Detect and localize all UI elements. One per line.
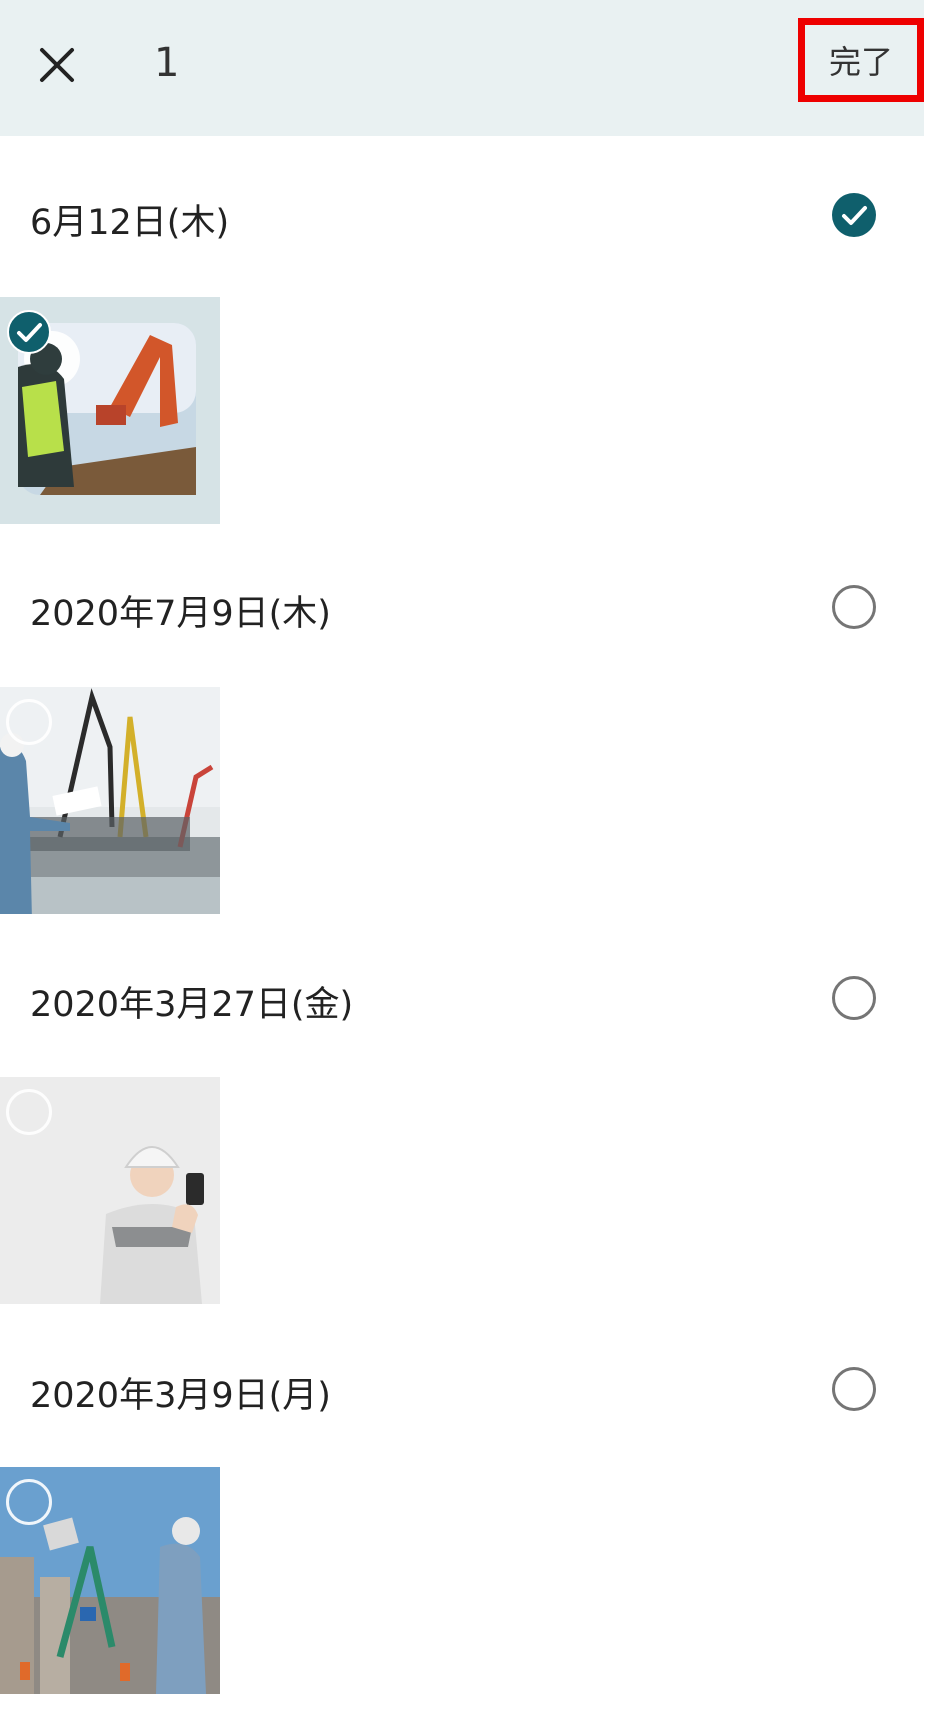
group-select-radio[interactable]	[832, 585, 876, 629]
close-icon	[40, 48, 74, 82]
date-header: 2020年3月9日(月)	[30, 1376, 331, 1416]
group-select-checked[interactable]	[832, 193, 876, 237]
date-header: 2020年7月9日(木)	[30, 594, 331, 634]
date-header: 2020年3月27日(金)	[30, 985, 354, 1025]
check-circle-icon	[7, 310, 51, 354]
photo-thumbnail[interactable]	[0, 687, 220, 914]
photo-thumbnail[interactable]	[0, 297, 220, 524]
photo-select-radio[interactable]	[6, 699, 52, 745]
selected-count: 1	[154, 40, 180, 86]
close-button[interactable]	[30, 38, 84, 92]
date-header: 6月12日(木)	[30, 203, 230, 243]
done-button-label: 完了	[828, 43, 893, 81]
group-select-radio[interactable]	[832, 976, 876, 1020]
done-button[interactable]: 完了	[798, 18, 924, 102]
photo-thumbnail[interactable]	[0, 1467, 220, 1694]
photo-select-radio[interactable]	[6, 1479, 52, 1525]
photo-thumbnail[interactable]	[0, 1077, 220, 1304]
check-circle-icon	[832, 193, 876, 237]
photo-select-radio[interactable]	[6, 1089, 52, 1135]
top-bar: 1 完了	[0, 0, 924, 136]
group-select-radio[interactable]	[832, 1367, 876, 1411]
